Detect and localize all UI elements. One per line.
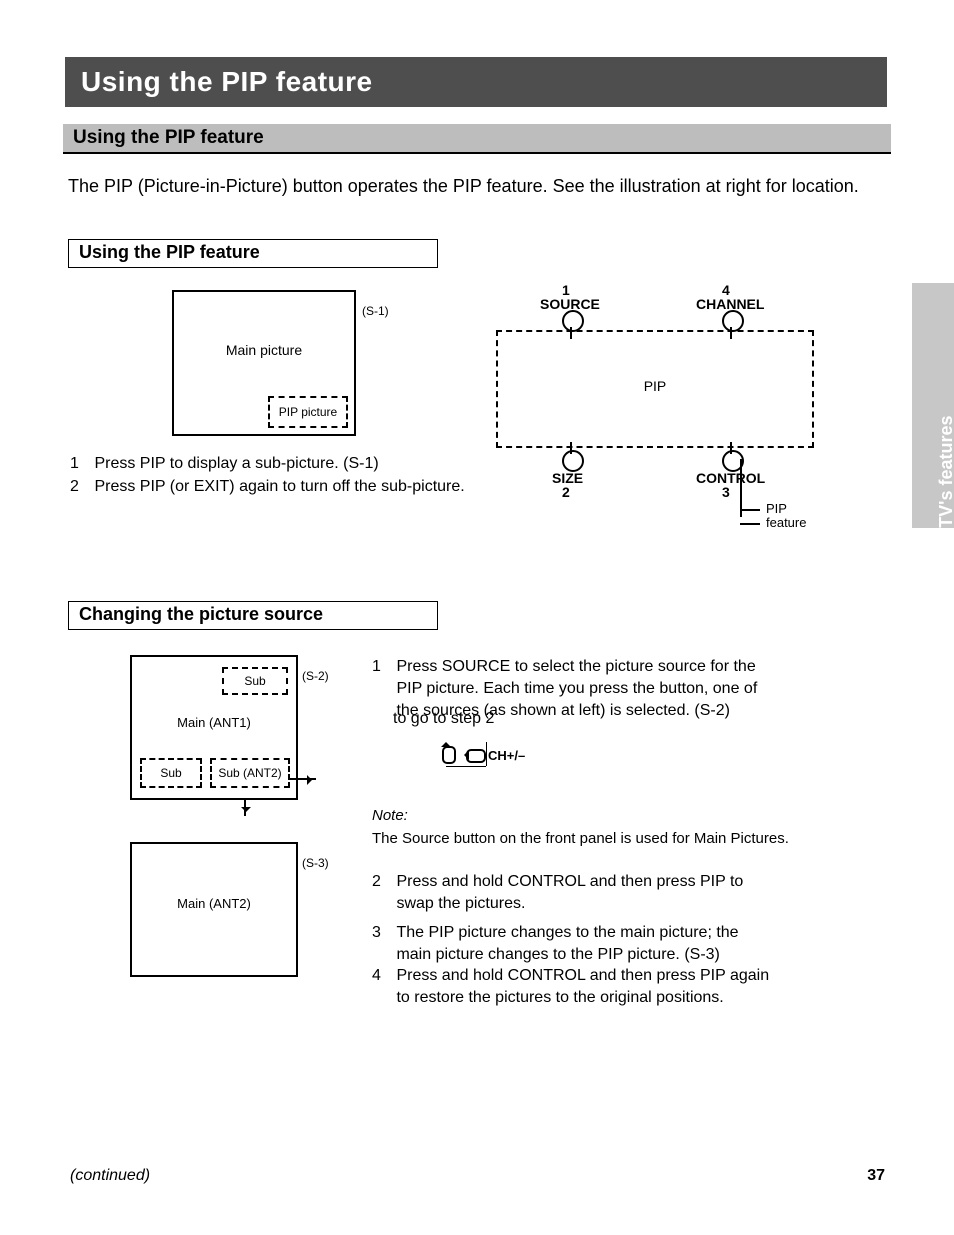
step-number: 4: [372, 965, 392, 987]
key-legend: CH+/–: [442, 746, 562, 764]
page-footer: (continued) 37: [70, 1167, 885, 1185]
note-body: The Source button on the front panel is …: [372, 830, 842, 847]
step-number: 1: [372, 656, 392, 678]
key-bracket: [486, 742, 487, 766]
illustration-caption-s1: (S-1): [362, 304, 389, 318]
key-bracket: [446, 766, 486, 767]
diagram-control-num: 3: [722, 484, 730, 500]
step2-2: 2 Press and hold CONTROL and then press …: [372, 871, 776, 915]
diagram-caption-connector: [740, 509, 760, 511]
illustration-caption-s3: (S-3): [302, 856, 329, 870]
step-1: 1 Press PIP to display a sub-picture. (S…: [70, 453, 484, 475]
diagram-circle-icon: [562, 450, 584, 472]
step-number: 2: [372, 871, 392, 893]
step2-4: 4 Press and hold CONTROL and then press …: [372, 965, 776, 1009]
diagram-caption2: feature: [766, 515, 806, 530]
step-text: The PIP picture changes to the main pict…: [396, 922, 776, 966]
diagram-circle-icon: [722, 310, 744, 332]
illustration-tv-main: Main picture PIP picture: [172, 290, 356, 436]
step-number: 3: [372, 922, 392, 944]
illustration-s2-main: Main (ANT1): [132, 715, 296, 730]
diagram-caption: PIP: [766, 501, 787, 516]
illustration-main-label: Main picture: [174, 342, 354, 358]
section-title: Using the PIP feature: [73, 127, 264, 149]
diagram-caption-connector: [740, 523, 760, 525]
illustration-sub1: Sub: [222, 667, 288, 695]
chapter-title-bar: Using the PIP feature: [65, 57, 887, 107]
side-tab-label: Using the TV's features: [936, 416, 954, 615]
illustration-pip-label: PIP picture: [279, 405, 337, 419]
key-legend-text: CH+/–: [488, 748, 525, 763]
note-title: Note:: [372, 807, 842, 824]
illustration-caption-s2: (S-2): [302, 669, 329, 683]
step-2: 2 Press PIP (or EXIT) again to turn off …: [70, 476, 484, 498]
illustration-sub3: Sub (ANT2): [210, 758, 290, 788]
sub-label: Sub: [244, 674, 265, 688]
step-text: Press PIP (or EXIT) again to turn off th…: [94, 476, 484, 498]
step-text: Press and hold CONTROL and then press PI…: [396, 965, 776, 1009]
pip-control-diagram: 1 SOURCE 4 CHANNEL PIP SIZE 2 CONTROL 3 …: [484, 282, 830, 542]
step-number: 1: [70, 453, 90, 475]
intro-paragraph: The PIP (Picture-in-Picture) button oper…: [68, 176, 888, 197]
diagram-size-num: 2: [562, 484, 570, 500]
section-title-bar: Using the PIP feature: [63, 124, 891, 154]
note-title-text: Note:: [372, 807, 408, 824]
arrow-right-icon: [290, 778, 316, 780]
step-text: Press and hold CONTROL and then press PI…: [396, 871, 776, 915]
step-text: Press PIP to display a sub-picture. (S-1…: [94, 453, 484, 475]
step-number: 2: [70, 476, 90, 498]
key-icon-vertical: [442, 746, 456, 764]
diagram-dashed-box: PIP: [496, 330, 814, 448]
sub-label: Sub (ANT2): [218, 766, 281, 780]
illustration-sub2: Sub: [140, 758, 202, 788]
illustration-s3-main: Main (ANT2): [132, 896, 296, 911]
subsection-heading-pip: Using the PIP feature: [68, 239, 438, 268]
diagram-control-label: CONTROL: [696, 470, 765, 486]
diagram-pip-center: PIP: [498, 378, 812, 394]
key-icon-horizontal: [466, 749, 486, 763]
illustration-pip-rect: PIP picture: [268, 396, 348, 428]
step2-hint: to go to step 2: [393, 708, 494, 730]
chapter-title: Using the PIP feature: [81, 66, 373, 98]
step2-3: 3 The PIP picture changes to the main pi…: [372, 922, 776, 966]
illustration-tv-s3: Main (ANT2): [130, 842, 298, 977]
side-tab: Using the TV's features: [912, 283, 954, 528]
illustration-tv-s2: Sub Main (ANT1) Sub Sub (ANT2): [130, 655, 298, 800]
arrow-down-icon: [244, 798, 246, 816]
sub-label: Sub: [160, 766, 181, 780]
page-number: 37: [867, 1167, 885, 1185]
subsection-heading-source: Changing the picture source: [68, 601, 438, 630]
diagram-circle-icon: [562, 310, 584, 332]
footer-continued: (continued): [70, 1167, 150, 1185]
